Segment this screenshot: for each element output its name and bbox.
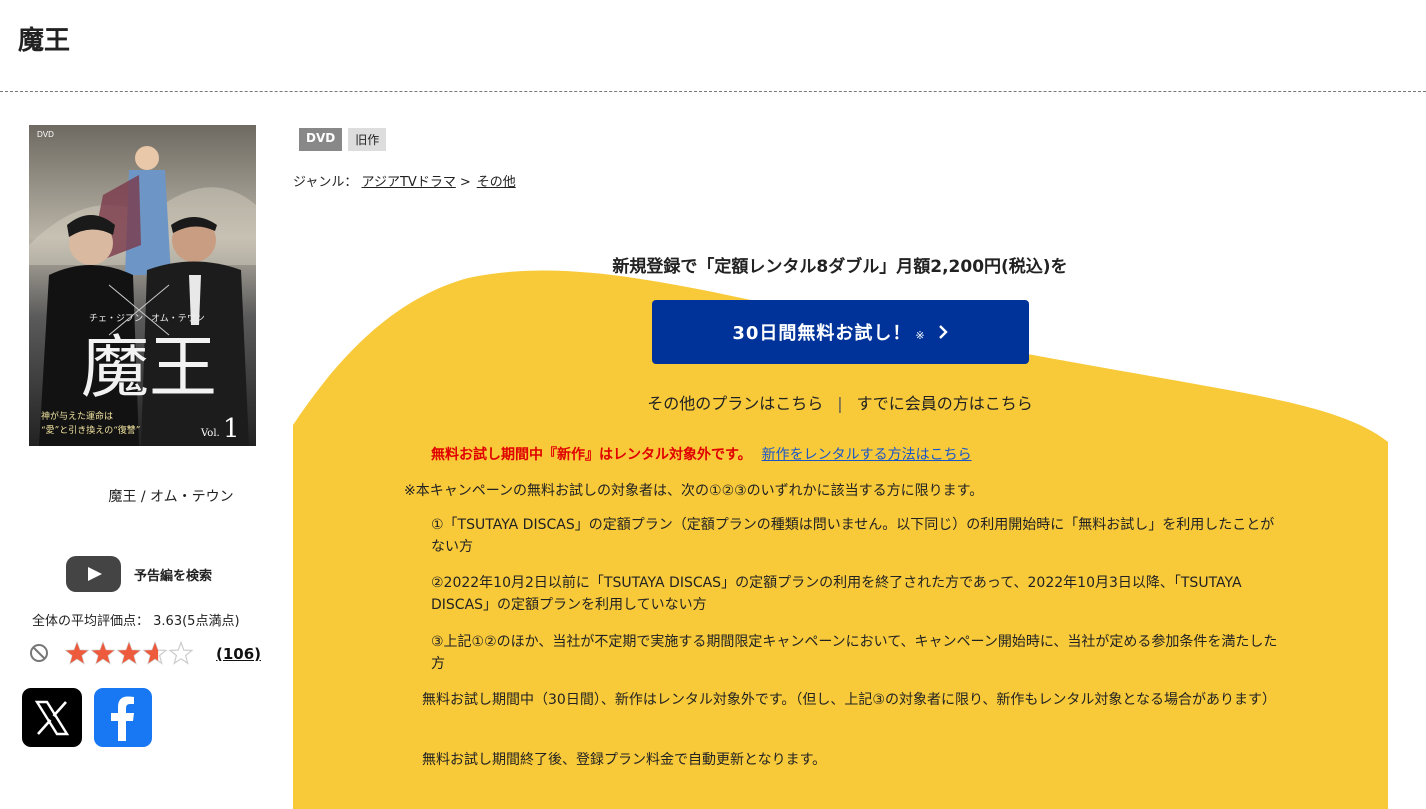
campaign-eligibility-intro: ※本キャンペーンの無料お試しの対象者は、次の①②③のいずれかに該当する方に限りま… [404, 483, 984, 499]
genre-link-asian-tv-drama[interactable]: アジアTVドラマ [362, 175, 456, 190]
star-icon [65, 641, 90, 665]
share-x-button[interactable] [22, 688, 82, 747]
star-icon [90, 641, 116, 665]
new-release-warning: 無料お試し期間中『新作』はレンタル対象外です。 新作をレンタルする方法はこちら [431, 444, 972, 464]
jacket-actor-1: チェ・ジフン [89, 313, 143, 324]
genre-link-other[interactable]: その他 [477, 175, 516, 190]
page-title: 魔王 [18, 26, 71, 56]
play-icon [66, 556, 121, 592]
badge-group: DVD 旧作 [299, 128, 387, 151]
rating-row: (106) [29, 641, 261, 671]
chevron-right-icon [938, 325, 948, 339]
star-rating [65, 641, 194, 665]
jacket-vol-number: 1 [223, 414, 240, 444]
age-badge: 旧作 [348, 128, 387, 151]
x-logo-icon [34, 700, 70, 735]
genre-label: ジャンル： [293, 175, 358, 190]
star-icon [168, 641, 194, 665]
star-icon [142, 641, 168, 665]
auto-renewal-note: 無料お試し期間終了後、登録プラン料金で自動更新となります。 [422, 752, 827, 768]
plan-links-separator: | [837, 394, 843, 413]
other-plans-link[interactable]: その他のプランはこちら [647, 394, 823, 413]
trailer-search-label: 予告編を検索 [134, 568, 213, 584]
header-divider [0, 91, 1426, 92]
product-title-line: 魔王 / オム・テウン [108, 489, 234, 505]
free-trial-label: 30日間無料お試し！ [732, 323, 912, 344]
new-release-rental-link[interactable]: 新作をレンタルする方法はこちら [762, 447, 972, 463]
star-icon [116, 641, 142, 665]
trial-new-release-note: 無料お試し期間中（30日間）、新作はレンタル対象外です。（但し、上記③の対象者に… [422, 692, 1276, 708]
jacket-tagline-1: 神が与えた運命は [41, 410, 113, 422]
average-rating-line: 全体の平均評価点： 3.63(5点満点) [32, 610, 240, 629]
trailer-search-button[interactable]: 予告編を検索 [66, 556, 212, 592]
free-trial-button[interactable]: 30日間無料お試し！ ※ [652, 300, 1029, 364]
format-badge: DVD [299, 128, 343, 151]
genre-breadcrumb: ジャンル： アジアTVドラマ > その他 [293, 171, 516, 190]
new-release-warning-text: 無料お試し期間中『新作』はレンタル対象外です。 [431, 447, 752, 463]
members-link[interactable]: すでに会員の方はこちら [857, 394, 1033, 413]
review-count-link[interactable]: (106) [216, 645, 261, 663]
facebook-logo-icon [111, 696, 134, 741]
jacket-art: DVD チェ・ジフン オム・テウン 魔王 神が与えた運命は “愛”と引き換えの“… [29, 125, 256, 446]
share-facebook-button[interactable] [94, 688, 152, 747]
jacket-tagline-2: “愛”と引き換えの“復讐” [41, 424, 140, 436]
eligibility-condition-3: ③上記①②のほか、当社が不定期で実施する期間限定キャンペーンにおいて、キャンペー… [431, 634, 1278, 672]
eligibility-condition-1: ①「TSUTAYA DISCAS」の定額プラン（定額プランの種類は問いません。以… [431, 517, 1275, 555]
free-trial-note-mark: ※ [915, 328, 925, 342]
average-rating-value: 3.63(5点満点) [153, 614, 240, 629]
no-entry-icon[interactable] [29, 643, 49, 663]
eligibility-condition-2: ②2022年10月2日以前に「TSUTAYA DISCAS」の定額プランの利用を… [431, 575, 1242, 613]
plan-links: その他のプランはこちら | すでに会員の方はこちら [540, 390, 1140, 414]
promo-headline: 新規登録で「定額レンタル8ダブル」月額2,200円(税込)を [612, 257, 1068, 277]
average-rating-label: 全体の平均評価点： [32, 614, 150, 629]
jacket-format-mark: DVD [37, 130, 54, 139]
jacket-image[interactable]: DVD チェ・ジフン オム・テウン 魔王 神が与えた運命は “愛”と引き換えの“… [29, 125, 256, 446]
jacket-vol-prefix: Vol. [200, 428, 220, 439]
genre-separator: > [459, 175, 471, 190]
jacket-cover-title: 魔王 [81, 329, 217, 408]
jacket-actor-2: オム・テウン [151, 313, 205, 324]
